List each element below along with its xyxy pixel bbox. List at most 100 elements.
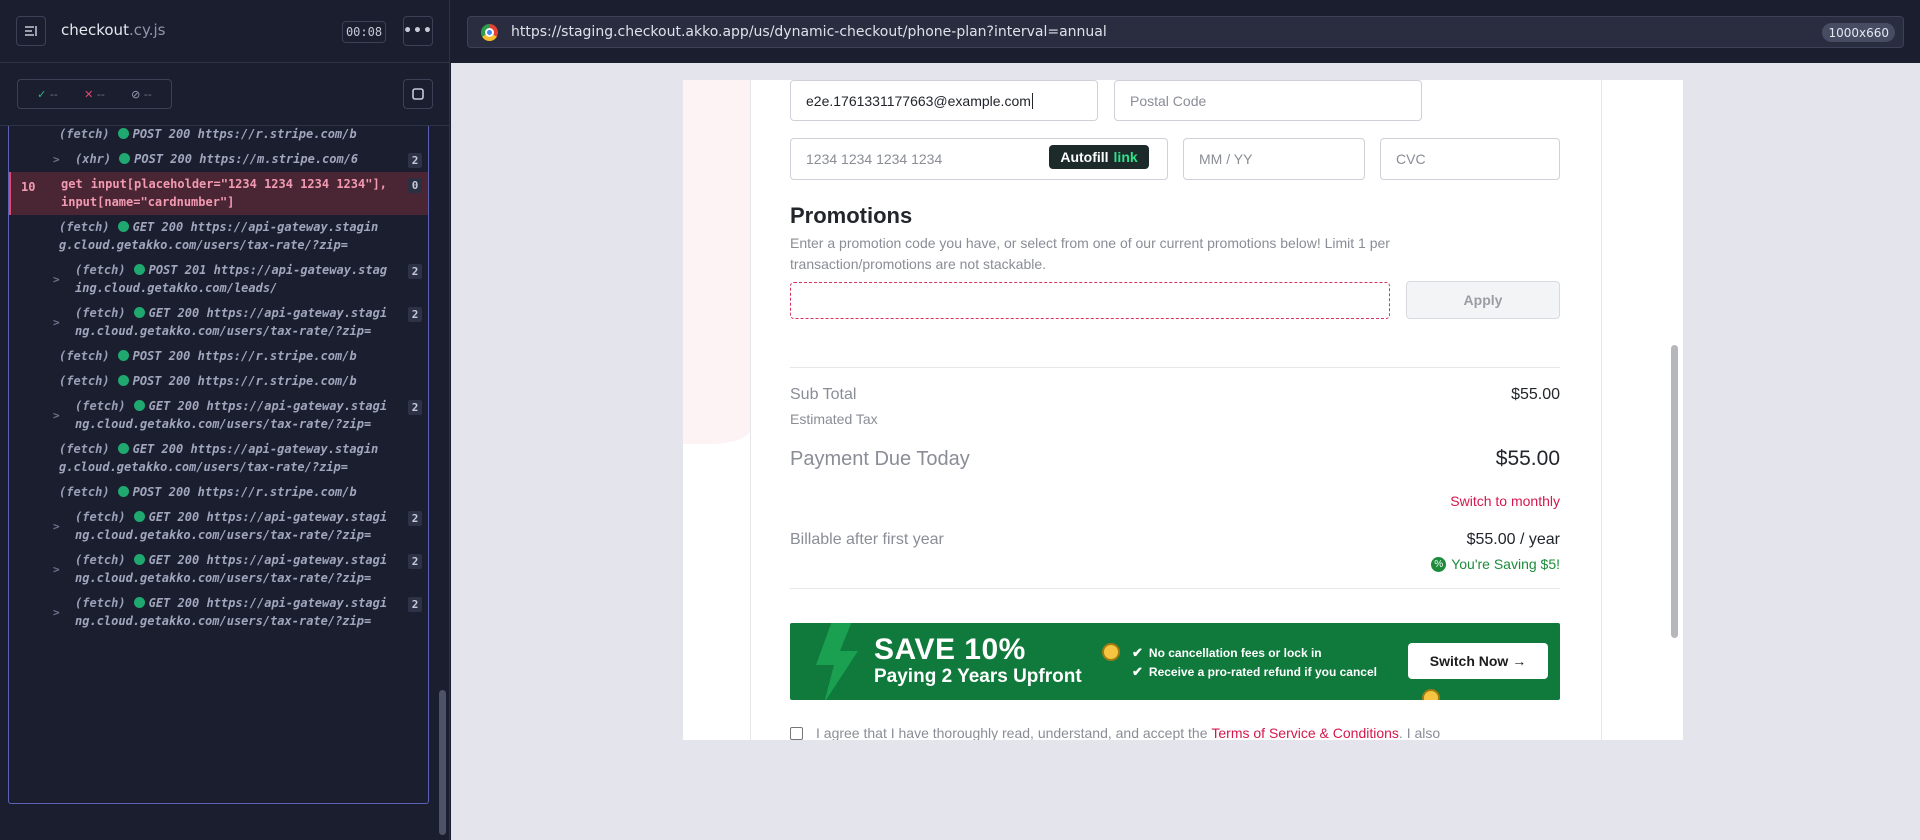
request-status: 200 <box>168 374 191 388</box>
request-status: 200 <box>177 596 200 610</box>
request-method: GET <box>148 306 171 320</box>
status-dot-icon <box>133 511 145 522</box>
card-number-field[interactable]: 1234 1234 1234 1234 Autofill link <box>790 138 1168 180</box>
request-status: 200 <box>161 220 184 234</box>
url-text: https://staging.checkout.akko.app/us/dyn… <box>511 24 1107 40</box>
command-count-badge: 2 <box>408 264 422 279</box>
expand-chevron-icon[interactable]: > <box>53 561 60 579</box>
stop-icon <box>412 88 424 100</box>
request-url: https://r.stripe.com/b <box>197 127 357 141</box>
request-url: https://m.stripe.com/6 <box>199 152 359 166</box>
benefit-item: ✔ Receive a pro-rated refund if you cance… <box>1132 664 1377 680</box>
check-icon: ✔ <box>1132 645 1143 660</box>
stop-button[interactable] <box>403 79 433 109</box>
status-dot-icon <box>117 128 129 139</box>
request-method: GET <box>132 220 155 234</box>
aut-header: https://staging.checkout.akko.app/us/dyn… <box>451 0 1920 63</box>
request-kind: (fetch) <box>59 220 110 234</box>
expiry-placeholder: MM / YY <box>1199 151 1253 167</box>
command-count-badge: 2 <box>408 307 422 322</box>
request-kind: (fetch) <box>75 553 126 567</box>
request-kind: (fetch) <box>75 306 126 320</box>
command-row[interactable]: > (fetch) GET 200 https://api-gateway.stag… <box>9 591 428 634</box>
passed-stat: ✓ -- <box>37 88 58 101</box>
billable-value: $55.00 / year <box>1466 531 1560 548</box>
request-kind: (xhr) <box>75 152 112 166</box>
decorative-pink-panel <box>683 80 750 444</box>
expand-chevron-icon[interactable]: > <box>53 271 60 289</box>
terms-link[interactable]: Terms of Service & Conditions <box>1211 725 1399 740</box>
command-row[interactable]: (fetch) POST 200 https://r.stripe.com/b <box>9 344 428 369</box>
command-row[interactable]: > (fetch) GET 200 https://api-gateway.stag… <box>9 394 428 437</box>
estimated-tax-label: Estimated Tax <box>790 411 878 427</box>
command-row[interactable]: > (fetch) GET 200 https://api-gateway.stag… <box>9 301 428 344</box>
agree-checkbox[interactable] <box>790 726 803 740</box>
command-row[interactable]: > (fetch) GET 200 https://api-gateway.stag… <box>9 505 428 548</box>
command-row[interactable]: > (xhr) POST 200 https://m.stripe.com/6 2 <box>9 147 428 172</box>
request-kind: (fetch) <box>59 442 110 456</box>
status-dot-icon <box>133 264 145 275</box>
toggle-specs-button[interactable] <box>16 16 46 46</box>
status-dot-icon <box>119 153 131 164</box>
command-name: get <box>61 177 83 191</box>
passed-count: -- <box>49 87 58 101</box>
command-row[interactable]: (fetch) POST 200 https://r.stripe.com/b <box>9 480 428 505</box>
switch-now-button[interactable]: Switch Now → <box>1408 643 1548 679</box>
command-row[interactable]: (fetch) GET 200 https://api-gateway.stagi… <box>9 215 428 258</box>
autofill-link-button[interactable]: Autofill link <box>1049 145 1149 169</box>
app-under-test-frame: e2e.1761331177663@example.com Postal Cod… <box>683 80 1683 740</box>
request-method: GET <box>148 510 171 524</box>
status-dot-icon <box>117 350 129 361</box>
request-method: POST <box>134 152 164 166</box>
request-status: 200 <box>177 399 200 413</box>
aut-scrollbar[interactable] <box>1671 345 1678 638</box>
command-row[interactable]: (fetch) GET 200 https://api-gateway.stagi… <box>9 437 428 480</box>
command-row[interactable]: (fetch) POST 200 https://r.stripe.com/b <box>9 126 428 147</box>
command-row-active[interactable]: 10 get input[placeholder="1234 1234 1234 1… <box>9 172 428 215</box>
email-field[interactable]: e2e.1761331177663@example.com <box>790 80 1098 121</box>
request-method: POST <box>132 349 162 363</box>
command-count-badge: 2 <box>408 400 422 415</box>
request-kind: (fetch) <box>59 374 110 388</box>
apply-button[interactable]: Apply <box>1406 281 1560 319</box>
url-bar[interactable]: https://staging.checkout.akko.app/us/dyn… <box>467 16 1904 48</box>
command-row[interactable]: > (fetch) POST 201 https://api-gateway.sta… <box>9 258 428 301</box>
promo-code-input[interactable] <box>790 282 1390 319</box>
benefit-text: Receive a pro-rated refund if you cancel <box>1148 665 1377 679</box>
run-timer: 00:08 <box>342 21 386 43</box>
postal-code-field[interactable]: Postal Code <box>1114 80 1422 121</box>
subtotal-value: $55.00 <box>1511 386 1560 403</box>
spec-name: checkout <box>61 21 129 39</box>
command-row[interactable]: (fetch) POST 200 https://r.stripe.com/b <box>9 369 428 394</box>
expand-chevron-icon[interactable]: > <box>53 314 60 332</box>
check-icon: ✓ <box>37 87 47 101</box>
switch-to-monthly-link[interactable]: Switch to monthly <box>1450 493 1560 509</box>
expand-chevron-icon[interactable]: > <box>53 151 60 169</box>
lightning-bolt-icon <box>816 623 858 700</box>
more-options-button[interactable]: ••• <box>403 16 433 46</box>
expand-chevron-icon[interactable]: > <box>53 407 60 425</box>
link-brand-label: link <box>1113 149 1138 165</box>
failed-count: -- <box>96 87 105 101</box>
status-dot-icon <box>117 375 129 386</box>
billable-label: Billable after first year <box>790 531 944 548</box>
command-count-badge: 2 <box>408 153 422 168</box>
request-method: GET <box>148 553 171 567</box>
request-method: GET <box>148 596 171 610</box>
viewport-size-badge[interactable]: 1000x660 <box>1822 23 1895 42</box>
request-kind: (fetch) <box>75 263 126 277</box>
command-log[interactable]: (fetch) POST 200 https://r.stripe.com/b > (… <box>8 126 429 804</box>
expand-chevron-icon[interactable]: > <box>53 604 60 622</box>
coin-icon <box>1422 689 1440 700</box>
expiry-field[interactable]: MM / YY <box>1183 138 1365 180</box>
promotions-description: Enter a promotion code you have, or sele… <box>790 235 1390 272</box>
expand-chevron-icon[interactable]: > <box>53 518 60 536</box>
runner-scrollbar[interactable] <box>439 690 446 835</box>
status-dot-icon <box>117 486 129 497</box>
request-method: POST <box>132 485 162 499</box>
savings-text: You're Saving $5! <box>1451 556 1560 572</box>
command-row[interactable]: > (fetch) GET 200 https://api-gateway.stag… <box>9 548 428 591</box>
pending-count: -- <box>143 87 152 101</box>
postal-code-placeholder: Postal Code <box>1130 92 1207 109</box>
cvc-field[interactable]: CVC <box>1380 138 1560 180</box>
